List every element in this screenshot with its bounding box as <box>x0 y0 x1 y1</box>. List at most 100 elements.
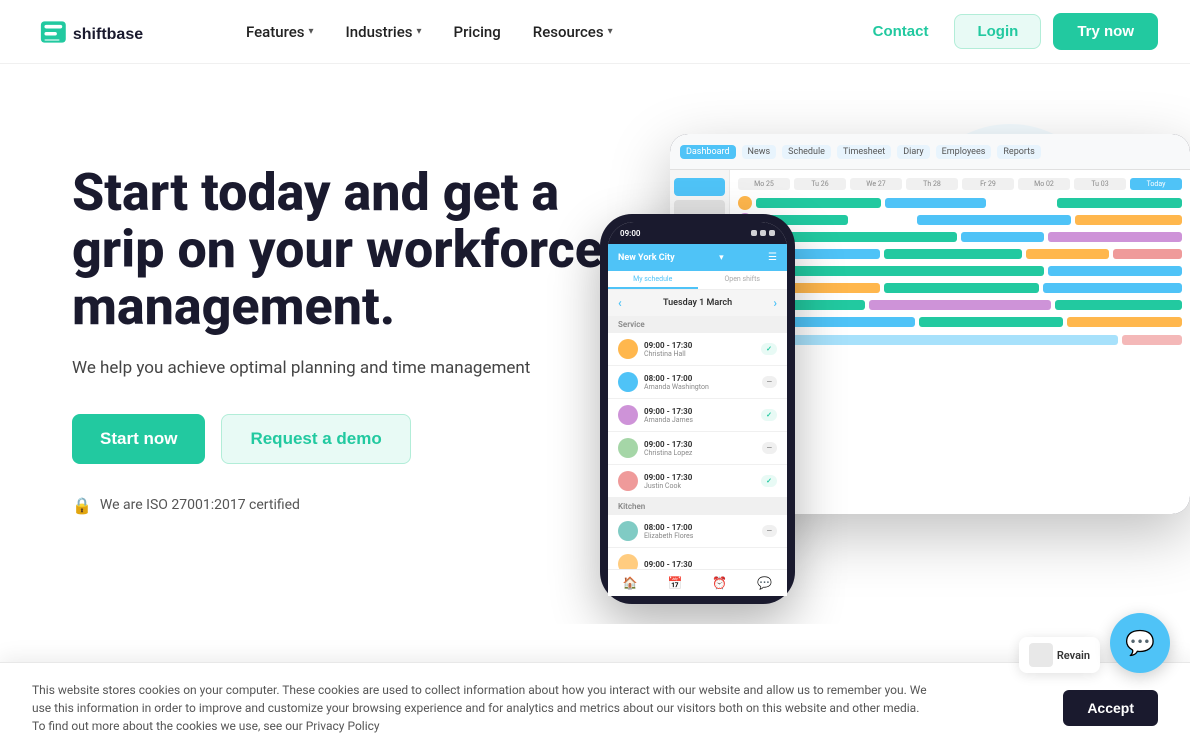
avatar <box>618 372 638 392</box>
open-shift-bar <box>738 335 1118 345</box>
schedule-bar <box>1067 317 1182 327</box>
table-row <box>738 213 1182 227</box>
chat-widget-button[interactable]: 💬 <box>1110 613 1170 673</box>
hero-section: Start today and get a grip on your workf… <box>0 64 1190 624</box>
tab-reports: Reports <box>997 145 1040 159</box>
list-item: 08:00 - 17:00 Elizabeth Flores — <box>608 515 787 548</box>
navigation: shiftbase Features ▾ Industries ▾ Pricin… <box>0 0 1190 64</box>
table-row <box>738 196 1182 210</box>
calendar-icon: 📅 <box>668 576 683 590</box>
prev-arrow-icon[interactable]: ‹ <box>618 296 622 310</box>
table-row <box>738 264 1182 278</box>
avatar <box>618 471 638 491</box>
schedule-bar <box>756 266 1044 276</box>
col-header: Mo 25 <box>738 178 790 190</box>
login-button[interactable]: Login <box>954 14 1041 49</box>
status-badge: ✓ <box>761 343 777 355</box>
table-row <box>738 281 1182 295</box>
schedule-bar <box>917 215 1070 225</box>
avatar <box>618 405 638 425</box>
home-icon: 🏠 <box>623 576 638 590</box>
shift-info: 09:00 - 17:30 Justin Cook <box>644 473 755 490</box>
status-badge: — <box>762 525 777 537</box>
table-row <box>738 247 1182 261</box>
chat-icon: 💬 <box>757 576 772 590</box>
clock-icon: ⏰ <box>712 576 727 590</box>
schedule-bar <box>884 283 1039 293</box>
schedule-header: Mo 25 Tu 26 We 27 Th 28 Fr 29 Mo 02 Tu 0… <box>738 178 1182 190</box>
accept-cookies-button[interactable]: Accept <box>1063 690 1158 726</box>
tablet-main: Mo 25 Tu 26 We 27 Th 28 Fr 29 Mo 02 Tu 0… <box>730 170 1190 514</box>
col-header: Mo 02 <box>1018 178 1070 190</box>
list-item: 09:00 - 17:30 Christina Hall ✓ <box>608 333 787 366</box>
nav-pricing[interactable]: Pricing <box>440 15 515 49</box>
shift-info: 09:00 - 17:30 Christina Hall <box>644 341 755 358</box>
hero-image-area: Dashboard News Schedule Timesheet Diary … <box>570 94 1190 624</box>
col-header: Fr 29 <box>962 178 1014 190</box>
schedule-bar <box>1055 300 1182 310</box>
avatar <box>618 521 638 541</box>
chevron-down-icon: ▾ <box>719 253 724 263</box>
phone-header: New York City ▾ ☰ <box>608 244 787 271</box>
section-kitchen: Kitchen <box>608 498 787 515</box>
hero-title: Start today and get a grip on your workf… <box>72 164 620 336</box>
schedule-bar <box>961 232 1045 242</box>
phone-tabs: My schedule Open shifts <box>608 271 787 290</box>
wifi-icon <box>760 230 766 236</box>
open-shift-bar-red <box>1122 335 1182 345</box>
schedule-rows <box>738 196 1182 329</box>
avatar <box>738 196 752 210</box>
tab-timesheet: Timesheet <box>837 145 891 159</box>
revain-logo-icon <box>1029 643 1053 667</box>
status-badge: — <box>762 376 777 388</box>
list-item: 08:00 - 17:00 Amanda Washington — <box>608 366 787 399</box>
table-row <box>738 298 1182 312</box>
tab-dashboard: Dashboard <box>680 145 736 159</box>
section-service: Service <box>608 316 787 333</box>
tab-news: News <box>742 145 777 159</box>
phone-mockup: 09:00 New York City ▾ ☰ My schedule <box>600 214 795 604</box>
chevron-down-icon: ▾ <box>608 26 613 37</box>
list-item: 09:00 - 17:30 Amanda James ✓ <box>608 399 787 432</box>
schedule-bar <box>1026 249 1109 259</box>
chat-bubble-icon: 💬 <box>1125 629 1155 657</box>
schedule-bar <box>1048 232 1182 242</box>
tab-my-schedule: My schedule <box>608 271 698 289</box>
chevron-down-icon: ▾ <box>308 26 313 37</box>
request-demo-button[interactable]: Request a demo <box>221 414 410 464</box>
tab-employees: Employees <box>936 145 992 159</box>
tab-diary: Diary <box>897 145 929 159</box>
trynow-button[interactable]: Try now <box>1053 13 1158 50</box>
schedule-bar <box>1075 215 1182 225</box>
schedule-bar <box>885 198 985 208</box>
iso-badge: 🔒 We are ISO 27001:2017 certified <box>72 496 620 515</box>
list-item: 09:00 - 17:30 Christina Lopez — <box>608 432 787 465</box>
hero-buttons: Start now Request a demo <box>72 414 620 464</box>
revain-label: Revain <box>1057 649 1090 662</box>
schedule-bar <box>756 198 881 208</box>
nav-features[interactable]: Features ▾ <box>232 15 328 49</box>
tablet-toolbar: Dashboard News Schedule Timesheet Diary … <box>670 134 1190 170</box>
shift-info: 08:00 - 17:00 Elizabeth Flores <box>644 523 756 540</box>
signal-icon <box>751 230 757 236</box>
revain-widget[interactable]: Revain <box>1019 637 1100 673</box>
sidebar-item <box>674 178 725 196</box>
nav-industries[interactable]: Industries ▾ <box>332 15 436 49</box>
schedule-bar <box>919 317 1063 327</box>
status-badge: ✓ <box>761 475 777 487</box>
list-item: 09:00 - 17:30 Justin Cook ✓ <box>608 465 787 498</box>
schedule-bar <box>1057 198 1182 208</box>
phone-screen: 09:00 New York City ▾ ☰ My schedule <box>608 222 787 596</box>
cookie-bar: This website stores cookies on your comp… <box>0 662 1190 753</box>
contact-button[interactable]: Contact <box>859 15 943 48</box>
avatar <box>618 438 638 458</box>
nav-resources[interactable]: Resources ▾ <box>519 15 627 49</box>
nav-links: Features ▾ Industries ▾ Pricing Resource… <box>232 15 859 49</box>
open-shifts-area <box>738 335 1182 345</box>
next-arrow-icon[interactable]: › <box>773 296 777 310</box>
tab-schedule: Schedule <box>782 145 831 159</box>
cookie-text: This website stores cookies on your comp… <box>32 681 932 735</box>
start-now-button[interactable]: Start now <box>72 414 205 464</box>
shift-info: 09:00 - 17:30 Amanda James <box>644 407 755 424</box>
logo[interactable]: shiftbase <box>32 16 192 48</box>
